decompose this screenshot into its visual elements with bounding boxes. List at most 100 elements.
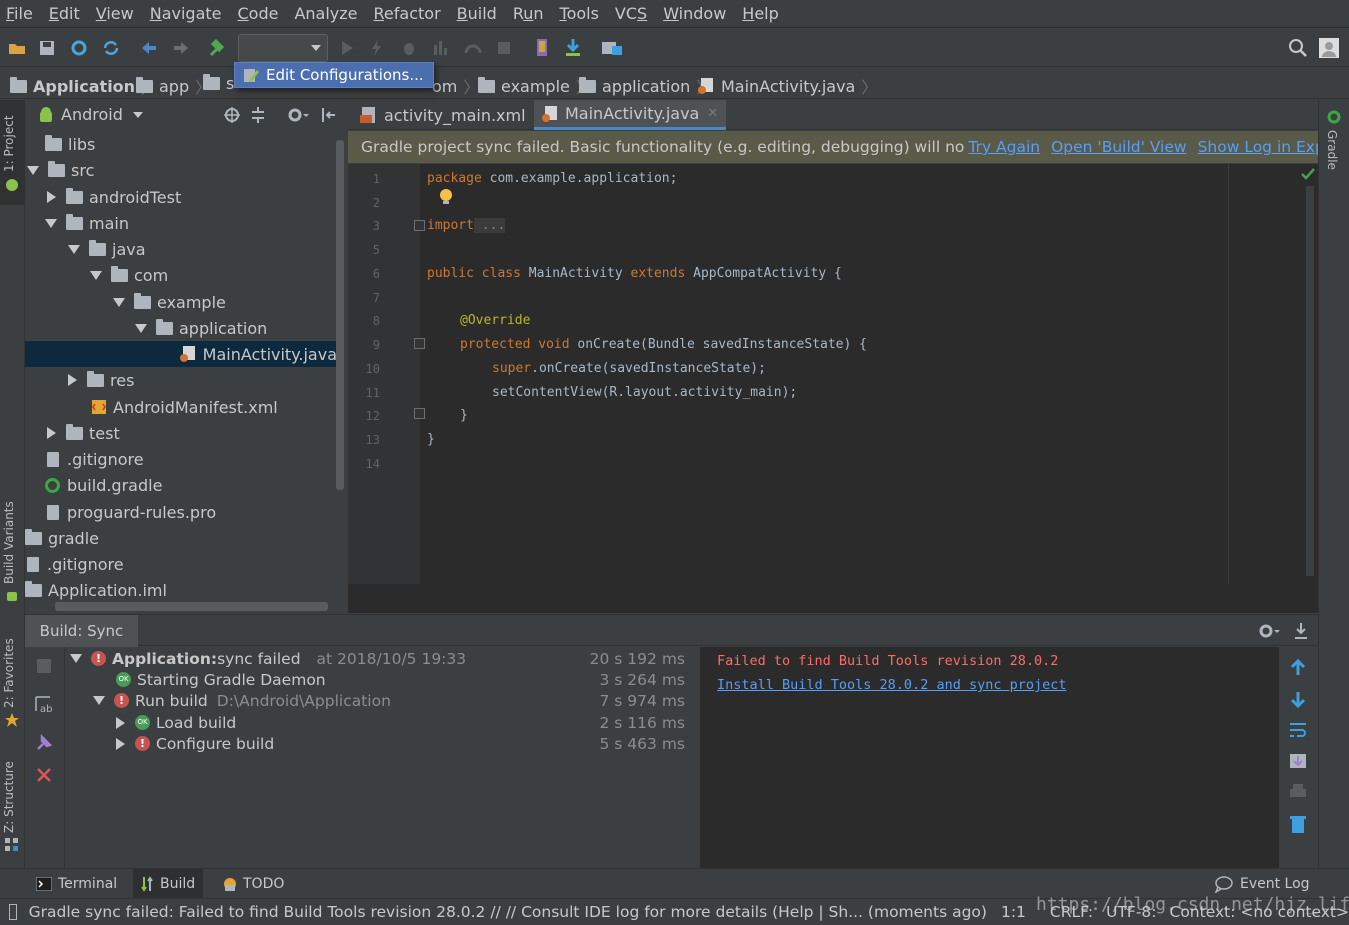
tree-item-test[interactable]: test: [25, 420, 337, 446]
breadcrumb-src[interactable]: s: [203, 74, 234, 93]
project-scrollbar[interactable]: [336, 140, 344, 490]
favorites-tab[interactable]: 2: Favorites: [2, 638, 16, 708]
pin-icon[interactable]: [35, 734, 53, 752]
menu-view[interactable]: View: [96, 4, 134, 23]
fold-marker-icon[interactable]: [414, 338, 425, 349]
fold-marker-icon[interactable]: [414, 220, 425, 231]
menu-navigate[interactable]: Navigate: [150, 4, 222, 23]
project-structure-icon[interactable]: [601, 37, 623, 59]
stop-icon[interactable]: [36, 658, 52, 674]
make-project-hammer-icon[interactable]: [207, 37, 229, 59]
tree-item-main[interactable]: main: [25, 210, 337, 236]
tree-item-gitignore[interactable]: .gitignore: [25, 446, 337, 472]
tree-item-application[interactable]: application: [25, 315, 337, 341]
tree-item-libs[interactable]: libs: [25, 131, 337, 157]
menu-refactor[interactable]: Refactor: [374, 4, 441, 23]
menu-build[interactable]: Build: [457, 4, 497, 23]
build-row-starting-daemon[interactable]: OK Starting Gradle Daemon 3 s 264 ms: [65, 669, 695, 690]
save-icon[interactable]: [36, 37, 58, 59]
breadcrumb-example[interactable]: example〉: [478, 74, 592, 98]
tree-item-manifest[interactable]: AndroidManifest.xml: [25, 394, 337, 420]
open-build-view-link[interactable]: Open 'Build' View: [1051, 138, 1186, 156]
tree-item-build-gradle[interactable]: build.gradle: [25, 472, 337, 498]
menu-code[interactable]: Code: [238, 4, 279, 23]
breadcrumb-app[interactable]: app〉: [136, 74, 211, 98]
arrow-down-icon[interactable]: [1290, 690, 1306, 708]
close-icon[interactable]: ✕: [707, 106, 718, 121]
tree-item-application-iml[interactable]: Application.iml: [25, 577, 337, 603]
menu-run[interactable]: Run: [513, 4, 544, 23]
menu-tools[interactable]: Tools: [560, 4, 599, 23]
gradle-tool-tab[interactable]: Gradle: [1325, 130, 1339, 170]
gear-icon[interactable]: [287, 106, 309, 124]
tree-item-example[interactable]: example: [25, 289, 337, 315]
fold-marker-icon[interactable]: [414, 408, 425, 419]
sync-icon[interactable]: [68, 37, 90, 59]
avd-manager-icon[interactable]: [531, 37, 553, 59]
build-row-application[interactable]: ! Application: sync failed at 2018/10/5 …: [65, 648, 695, 669]
menu-window[interactable]: Window: [663, 4, 726, 23]
tree-item-gradle[interactable]: gradle: [25, 525, 337, 551]
run-icon[interactable]: [336, 37, 358, 59]
editor-scrollbar[interactable]: [1306, 186, 1314, 576]
tab-mainactivity-java[interactable]: MainActivity.java✕: [534, 100, 726, 130]
menu-file[interactable]: File: [6, 4, 33, 23]
hide-panel-down-icon[interactable]: [1293, 622, 1309, 640]
menu-help[interactable]: Help: [742, 4, 778, 23]
build-row-configure-build[interactable]: ! Configure build 5 s 463 ms: [65, 733, 695, 754]
tree-item-proguard[interactable]: proguard-rules.pro: [25, 499, 337, 525]
project-tool-tab-label[interactable]: 1: Project: [2, 115, 16, 172]
build-tab[interactable]: Build: [133, 869, 203, 899]
sdk-manager-icon[interactable]: [562, 37, 584, 59]
build-row-load-build[interactable]: OK Load build 2 s 116 ms: [65, 712, 695, 733]
build-variants-tab[interactable]: Build Variants: [2, 501, 16, 584]
lightbulb-icon[interactable]: [439, 188, 453, 206]
todo-tab[interactable]: TODO: [213, 869, 292, 899]
tree-item-androidtest[interactable]: androidTest: [25, 184, 337, 210]
debug-icon[interactable]: [398, 37, 420, 59]
try-again-link[interactable]: Try Again: [968, 138, 1040, 156]
build-row-run-build[interactable]: ! Run build D:\Android\Application 7 s 9…: [65, 690, 695, 711]
menu-analyze[interactable]: Analyze: [294, 4, 357, 23]
apply-changes-icon[interactable]: [366, 37, 388, 59]
arrow-up-icon[interactable]: [1290, 659, 1306, 677]
sync-gradle-icon[interactable]: [100, 37, 122, 59]
caret-position[interactable]: 1:1: [1001, 903, 1026, 921]
tool-windows-toggle-icon[interactable]: [9, 904, 17, 920]
tree-item-res[interactable]: res: [25, 367, 337, 393]
build-output-console[interactable]: Failed to find Build Tools revision 28.0…: [700, 647, 1279, 868]
tree-item-java[interactable]: java: [25, 236, 337, 262]
build-sync-tab[interactable]: Build: Sync: [25, 615, 138, 647]
structure-tab[interactable]: Z: Structure: [2, 761, 16, 833]
tab-activity-main-xml[interactable]: activity_main.xml✕: [352, 100, 552, 130]
status-message[interactable]: Gradle sync failed: Failed to find Build…: [29, 903, 987, 921]
breadcrumb-mainactivity[interactable]: MainActivity.java〉: [698, 74, 877, 98]
hide-panel-icon[interactable]: [321, 106, 339, 124]
attach-debugger-icon[interactable]: [462, 37, 484, 59]
tree-item-src[interactable]: src: [25, 157, 337, 183]
locate-target-icon[interactable]: [223, 106, 241, 124]
user-avatar-icon[interactable]: [1318, 37, 1340, 59]
open-folder-icon[interactable]: [6, 37, 28, 59]
profile-icon[interactable]: [430, 37, 452, 59]
scroll-to-end-icon[interactable]: [1289, 752, 1307, 770]
stop-icon[interactable]: [493, 37, 515, 59]
tree-item-mainactivity[interactable]: MainActivity.java: [25, 341, 337, 367]
project-view-selector[interactable]: Android: [37, 105, 143, 124]
forward-icon[interactable]: [170, 37, 192, 59]
install-build-tools-link[interactable]: Install Build Tools 28.0.2 and sync proj…: [717, 677, 1067, 693]
terminal-tab[interactable]: Terminal: [28, 869, 125, 899]
trash-icon[interactable]: [1289, 814, 1307, 834]
gear-icon[interactable]: [1258, 622, 1280, 640]
project-horizontal-scrollbar[interactable]: [55, 602, 328, 611]
tree-item-root-gitignore[interactable]: .gitignore: [25, 551, 337, 577]
close-icon[interactable]: [36, 767, 52, 783]
back-icon[interactable]: [138, 37, 160, 59]
print-icon[interactable]: [1289, 783, 1307, 801]
code-editor[interactable]: 1 2 3 5 6 7 8 9 10 11 12 13 14 package c…: [348, 164, 1318, 613]
menu-edit[interactable]: Edit: [49, 4, 80, 23]
soft-wrap-icon[interactable]: [1289, 721, 1307, 739]
search-icon[interactable]: [1287, 37, 1309, 59]
collapse-all-icon[interactable]: [250, 106, 266, 124]
menu-vcs[interactable]: VCS: [615, 4, 647, 23]
